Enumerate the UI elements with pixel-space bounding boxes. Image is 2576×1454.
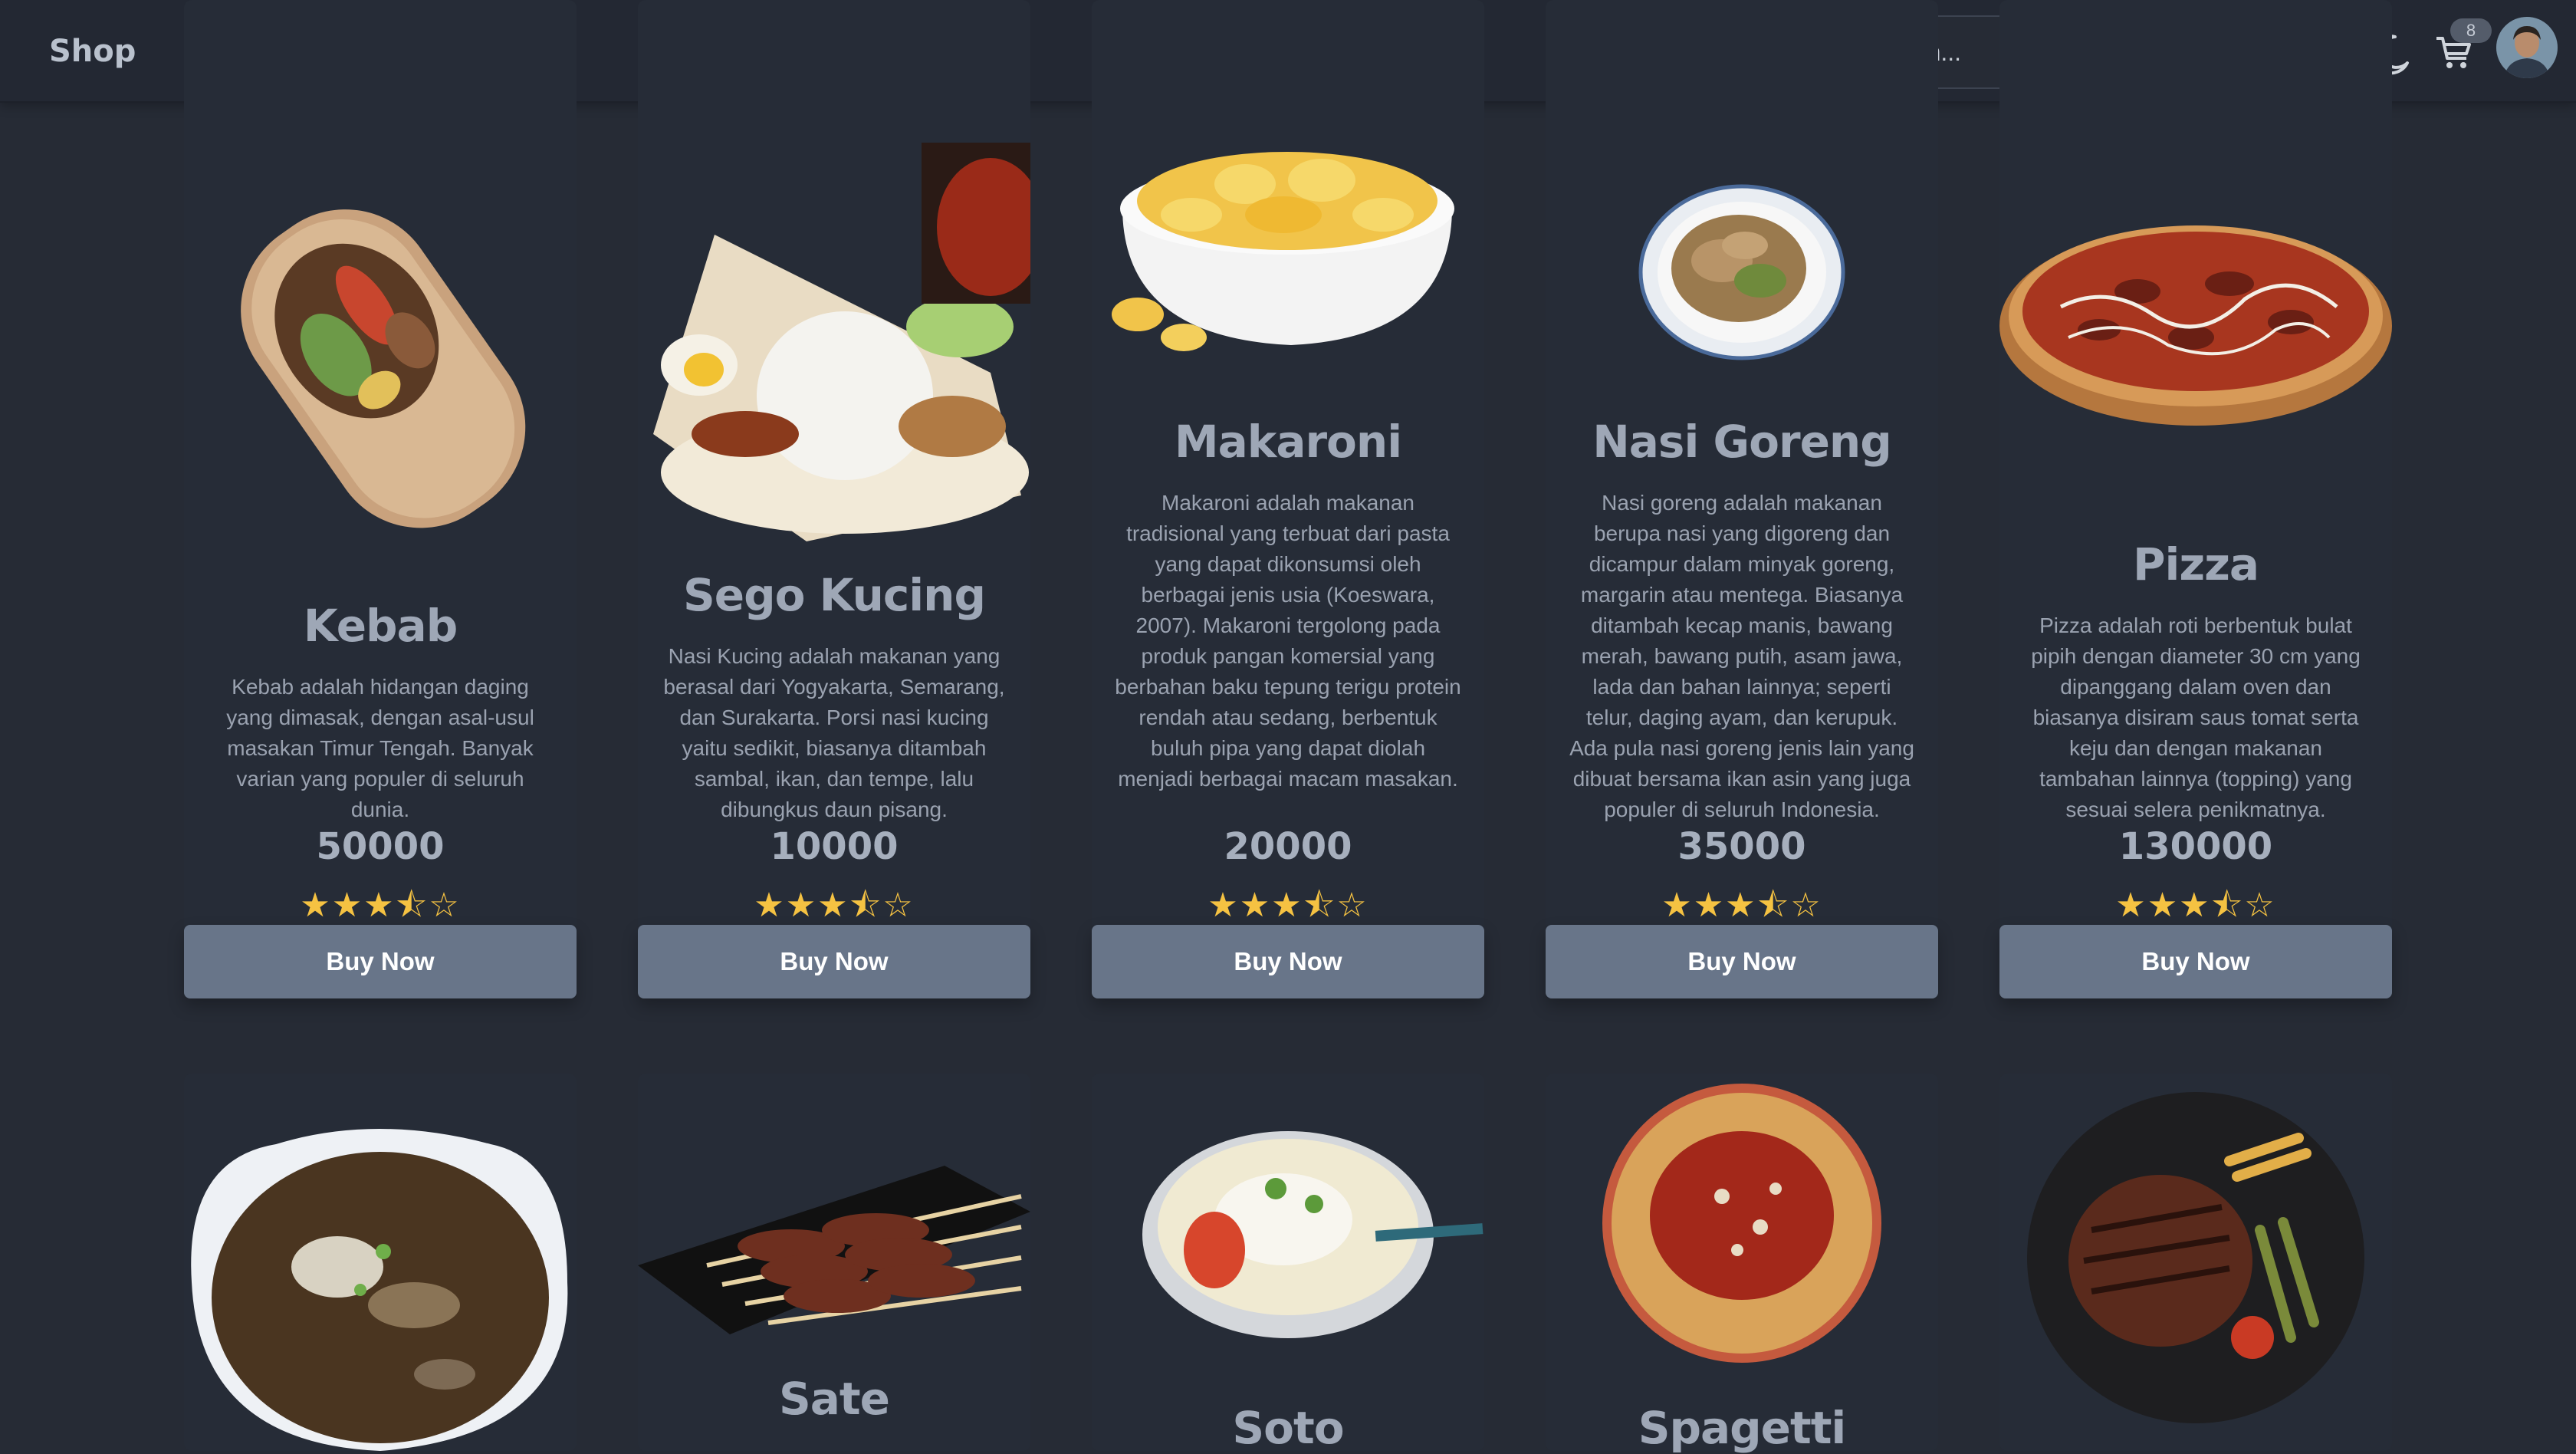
buy-now-button[interactable]: Buy Now: [638, 925, 1030, 998]
product-image-soup: [184, 1114, 577, 1451]
product-image-pizza: [1999, 215, 2392, 429]
product-title: Makaroni: [1174, 416, 1402, 468]
product-title: Kebab: [303, 600, 458, 652]
product-card-row2-1: [184, 1074, 577, 1451]
product-card-row2-5: [1999, 1074, 2392, 1451]
product-title: Sate: [779, 1373, 890, 1425]
product-description: Kebab adalah hidangan daging yang dimasa…: [226, 675, 534, 821]
buy-now-button[interactable]: Buy Now: [1999, 925, 2392, 998]
product-price: 35000: [1677, 825, 1806, 868]
product-card-nasi-goreng: Nasi Goreng Nasi goreng adalah makanan b…: [1546, 0, 1938, 998]
product-price: 10000: [770, 825, 899, 868]
product-image-spagetti: [1546, 1081, 1938, 1365]
brand-logo[interactable]: Shop: [49, 34, 136, 69]
avatar-image: [2496, 17, 2558, 78]
product-price: 50000: [316, 825, 445, 868]
product-image-makaroni: [1092, 138, 1484, 360]
product-description: Makaroni adalah makanan tradisional yang…: [1115, 491, 1461, 791]
cart-count-badge: 8: [2450, 18, 2492, 43]
product-title: Soto: [1232, 1402, 1344, 1454]
product-price: 20000: [1224, 825, 1352, 868]
product-card-pizza: Pizza Pizza adalah roti berbentuk bulat …: [1999, 0, 2392, 998]
product-image-kebab: [184, 153, 577, 560]
product-card-sate: Sate: [638, 1074, 1030, 1451]
product-card-kebab: Kebab Kebab adalah hidangan daging yang …: [184, 0, 577, 998]
product-title: Spagetti: [1638, 1402, 1847, 1454]
user-avatar[interactable]: [2496, 17, 2558, 78]
product-title: Pizza: [2132, 538, 2259, 590]
product-description: Pizza adalah roti berbentuk bulat pipih …: [2031, 614, 2361, 821]
product-description: Nasi Kucing adalah makanan yang berasal …: [663, 644, 1005, 821]
product-image-sate: [638, 1150, 1030, 1334]
product-image-nasi-goreng: [1546, 184, 1938, 360]
product-title: Sego Kucing: [683, 569, 986, 621]
buy-now-button[interactable]: Buy Now: [184, 925, 577, 998]
product-card-spagetti: Spagetti: [1546, 1074, 1938, 1454]
product-image-soto: [1092, 1120, 1484, 1350]
product-card-sego-kucing: Sego Kucing Nasi Kucing adalah makanan y…: [638, 0, 1030, 998]
product-image-steak: [1999, 1092, 2392, 1423]
buy-now-button[interactable]: Buy Now: [1546, 925, 1938, 998]
buy-now-button[interactable]: Buy Now: [1092, 925, 1484, 998]
product-title: Nasi Goreng: [1592, 416, 1891, 468]
product-price: 130000: [2118, 825, 2273, 868]
product-description: Nasi goreng adalah makanan berupa nasi y…: [1569, 491, 1914, 821]
product-card-makaroni: Makaroni Makaroni adalah makanan tradisi…: [1092, 0, 1484, 998]
product-card-soto: Soto: [1092, 1074, 1484, 1454]
product-image-sego-kucing: [638, 143, 1030, 541]
